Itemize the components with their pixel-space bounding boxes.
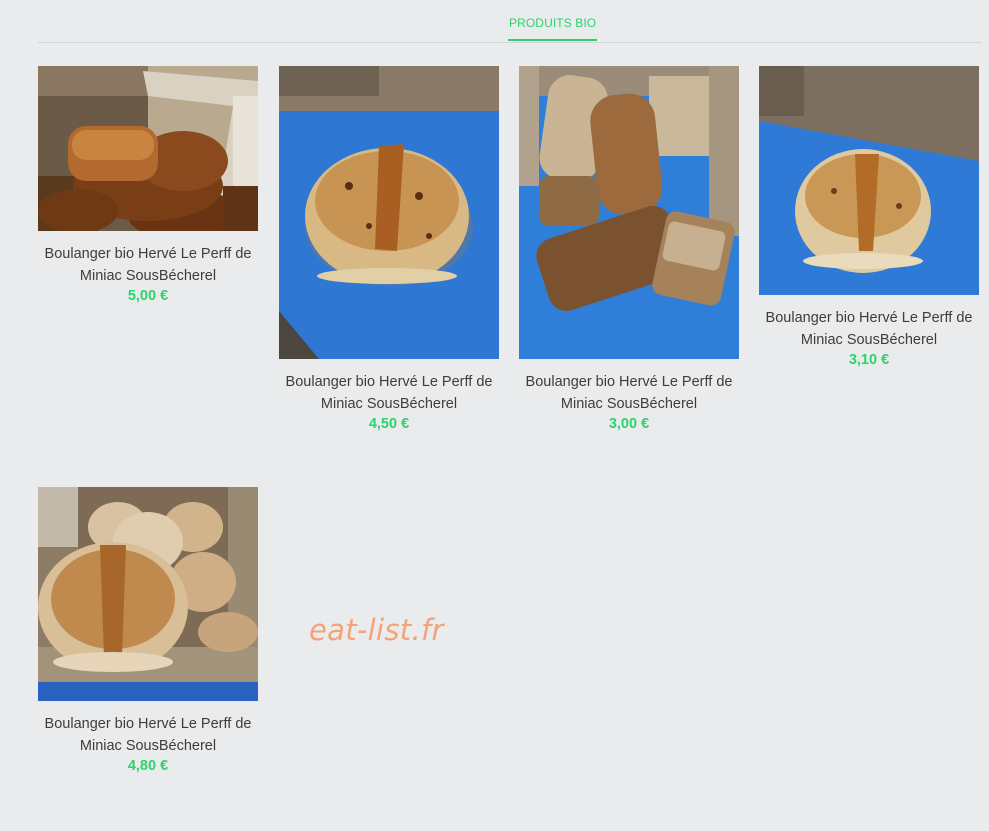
product-photo-bread-loaves-in-crate[interactable] bbox=[38, 66, 258, 231]
product-price: 3,00 € bbox=[608, 416, 650, 432]
product-price: 4,80 € bbox=[127, 758, 169, 774]
product-price: 4,50 € bbox=[368, 416, 410, 432]
product-price: 3,10 € bbox=[848, 352, 890, 368]
product-photo-round-loaves-in-crate[interactable] bbox=[38, 487, 258, 701]
product-name[interactable]: Boulanger bio Hervé Le Perff de Miniac S… bbox=[759, 308, 979, 351]
product-name[interactable]: Boulanger bio Hervé Le Perff de Miniac S… bbox=[279, 372, 499, 415]
site-watermark: eat-list.fr bbox=[309, 613, 444, 647]
tab-produits-bio[interactable]: PRODUITS BIO bbox=[508, 16, 598, 41]
product-photo-round-fruit-bread[interactable] bbox=[279, 66, 499, 359]
product-card[interactable]: Boulanger bio Hervé Le Perff de Miniac S… bbox=[38, 487, 258, 774]
product-photo-assorted-loaves[interactable] bbox=[519, 66, 739, 359]
product-name[interactable]: Boulanger bio Hervé Le Perff de Miniac S… bbox=[38, 714, 258, 757]
product-card[interactable]: Boulanger bio Hervé Le Perff de Miniac S… bbox=[519, 66, 739, 432]
product-card[interactable]: Boulanger bio Hervé Le Perff de Miniac S… bbox=[38, 66, 258, 304]
product-card[interactable]: Boulanger bio Hervé Le Perff de Miniac S… bbox=[759, 66, 979, 368]
product-name[interactable]: Boulanger bio Hervé Le Perff de Miniac S… bbox=[519, 372, 739, 415]
product-price: 5,00 € bbox=[127, 288, 169, 304]
product-card[interactable]: Boulanger bio Hervé Le Perff de Miniac S… bbox=[279, 66, 499, 432]
category-tab-bar: PRODUITS BIO bbox=[38, 0, 982, 43]
product-name[interactable]: Boulanger bio Hervé Le Perff de Miniac S… bbox=[38, 244, 258, 287]
product-photo-round-country-loaf[interactable] bbox=[759, 66, 979, 295]
